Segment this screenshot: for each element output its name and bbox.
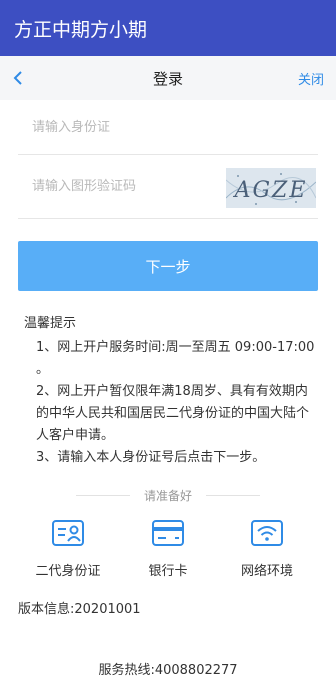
app-title-bar: 方正中期方小期: [0, 0, 336, 56]
next-step-button[interactable]: 下一步: [18, 241, 318, 291]
captcha-field-row: AGZE: [18, 155, 318, 219]
service-hotline[interactable]: 服务热线:4008802277: [0, 659, 336, 678]
bank-card-icon: [152, 520, 184, 546]
nav-bar: 登录 关闭: [0, 56, 336, 100]
prepare-item-label: 银行卡: [148, 564, 188, 579]
prepare-item-label: 网络环境: [240, 564, 293, 579]
divider-line: [75, 494, 130, 496]
tip-item-2: 2、网上开户暂仅限年满18周岁、具有有效期内的中华人民共和国居民二代身份证的中国…: [36, 384, 310, 443]
app-title: 方正中期方小期: [14, 18, 148, 41]
version-info: 版本信息:20201001: [18, 602, 141, 617]
prepare-title: 请准备好: [143, 488, 192, 503]
captcha-image[interactable]: AGZE: [226, 168, 316, 208]
captcha-input[interactable]: [18, 178, 214, 195]
captcha-noise: AGZE: [226, 168, 316, 208]
tips-title: 温馨提示: [24, 316, 77, 331]
id-field-row: [18, 100, 318, 155]
id-card-icon: [52, 520, 84, 546]
wifi-icon: [251, 520, 283, 546]
captcha-text: AGZE: [233, 178, 308, 203]
prepare-item-bank-card: 银行卡: [128, 515, 208, 579]
tip-item-3: 3、请输入本人身份证号后点击下一步。: [36, 450, 266, 465]
prepare-divider: 请准备好: [0, 485, 336, 505]
prepare-item-network: 网络环境: [227, 515, 307, 579]
tip-item-1: 1、网上开户服务时间:周一至周五 09:00-17:00 。: [36, 340, 315, 377]
divider-line: [206, 494, 260, 496]
id-number-input[interactable]: [18, 118, 214, 136]
back-button[interactable]: [12, 56, 36, 100]
chevron-left-icon: [13, 71, 22, 85]
prepare-item-label: 二代身份证: [35, 564, 101, 579]
prepare-item-id-card: 二代身份证: [28, 515, 108, 579]
tips-section: 温馨提示 1、网上开户服务时间:周一至周五 09:00-17:00 。 2、网上…: [24, 313, 320, 469]
close-button[interactable]: 关闭: [298, 56, 324, 100]
page-title: 登录: [152, 69, 183, 88]
